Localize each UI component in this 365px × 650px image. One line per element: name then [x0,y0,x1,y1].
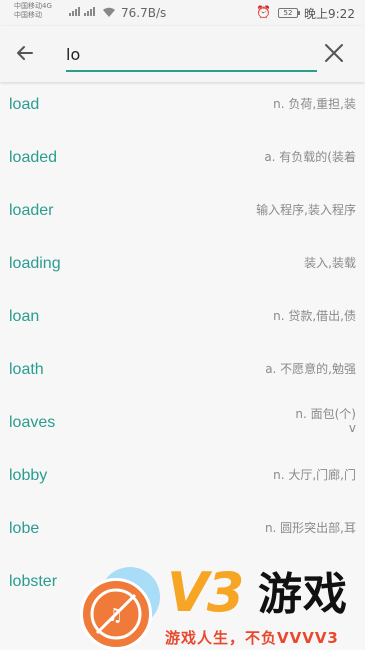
search-underline [66,70,317,72]
logo-circle: ♫ [80,578,152,650]
definition-label: n. 贷款,借出,债 [273,309,356,323]
list-item[interactable]: loader 输入程序,装入程序 [0,185,365,238]
wifi-icon [103,7,115,17]
signal-strength-icon-2 [84,7,95,16]
status-bar: 中国移动4G 中国移动 76.7B/s ⏰ 52 晚上9:22 [0,0,365,26]
definition-label: a. 有负载的(装着 [264,150,356,164]
word-label: loath [9,361,44,378]
word-label: loader [9,202,54,219]
list-item[interactable]: loath a. 不愿意的,勉强 [0,344,365,397]
results-list: load n. 负荷,重担,装 loaded a. 有负载的(装着 loader… [0,79,365,609]
list-item[interactable]: loaded a. 有负载的(装着 [0,132,365,185]
definition-label: n. 面包(个) v [295,407,356,435]
definition-label: 装入,装载 [304,256,356,270]
list-item[interactable]: loading 装入,装载 [0,238,365,291]
word-label: lobe [9,520,40,537]
battery-icon: 52 [278,8,300,18]
definition-label: n. 圆形突出部,耳 [264,521,356,535]
logo-brand-cn: 游戏 [258,569,348,620]
word-label: loaves [9,414,56,431]
watermark-logo: ♫ V3 游戏 游戏人生，不负VVVV3 [75,563,365,650]
word-label: lobby [9,467,48,484]
list-item[interactable]: load n. 负荷,重担,装 [0,79,365,132]
search-header [0,26,365,82]
definition-line-1: n. 面包(个) [295,407,356,421]
music-note-icon: ♫ [90,588,142,640]
carrier-info: 中国移动4G 中国移动 [14,2,52,20]
search-input[interactable] [66,41,316,67]
definition-label: a. 不愿意的,勉强 [265,362,356,376]
definition-label: 输入程序,装入程序 [256,203,356,217]
signal-strength-icon [69,7,80,16]
alarm-icon: ⏰ [256,5,271,19]
carrier-name-1: 中国移动4G [14,2,52,10]
list-item[interactable]: lobe n. 圆形突出部,耳 [0,503,365,556]
svg-text:♫: ♫ [107,605,123,626]
word-label: loaded [9,149,58,166]
close-icon[interactable] [323,42,345,64]
word-label: loan [9,308,40,325]
back-arrow-icon[interactable] [14,42,36,64]
clock: 晚上9:22 [304,7,355,21]
definition-line-2: v [348,421,356,435]
list-item[interactable]: loan n. 贷款,借出,债 [0,291,365,344]
word-label: load [9,96,40,113]
list-item[interactable]: loaves n. 面包(个) v [0,397,365,450]
list-item[interactable]: lobby n. 大厅,门廊,门 [0,450,365,503]
definition-label: n. 负荷,重担,装 [273,97,356,111]
definition-label: n. 大厅,门廊,门 [273,468,356,482]
carrier-name-2: 中国移动 [14,11,42,19]
word-label: loading [9,255,61,272]
network-speed: 76.7B/s [121,6,167,20]
logo-brand: V3 [167,561,244,624]
logo-slogan: 游戏人生，不负VVVV3 [165,629,339,647]
word-label: lobster [9,573,58,590]
